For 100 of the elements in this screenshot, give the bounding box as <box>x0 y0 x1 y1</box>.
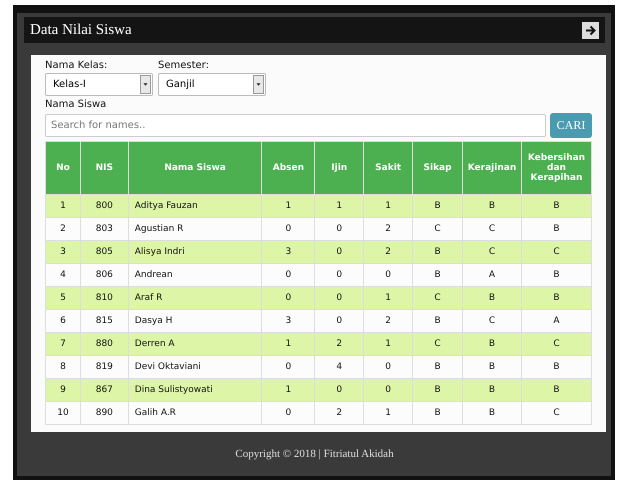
table-cell: 1 <box>262 378 315 402</box>
caret-icon <box>253 75 264 94</box>
table-cell: 2 <box>314 402 364 424</box>
table-cell: 10 <box>46 402 80 424</box>
table-cell: 819 <box>80 356 128 378</box>
table-cell: C <box>521 240 592 264</box>
table-cell: 2 <box>314 332 364 356</box>
table-cell: B <box>521 378 592 402</box>
table-cell: C <box>412 218 462 240</box>
footer-copyright: Copyright © 2018 | Fitriatul Akidah <box>235 448 394 460</box>
column-header: Ijin <box>314 142 364 194</box>
table-cell: 867 <box>80 378 128 402</box>
table-cell: Dina Sulistyowati <box>128 378 262 402</box>
table-cell: Alisya Indri <box>128 240 262 264</box>
table-cell: 2 <box>46 218 80 240</box>
table-cell: C <box>521 332 592 356</box>
table-cell: C <box>521 402 592 424</box>
table-cell: 0 <box>314 286 364 310</box>
column-header: Nama Siswa <box>128 142 262 194</box>
table-cell: Devi Oktaviani <box>128 356 262 378</box>
table-cell: B <box>462 402 522 424</box>
table-cell: Galih A.R <box>128 402 262 424</box>
table-cell: B <box>521 286 592 310</box>
table-cell: 6 <box>46 310 80 332</box>
filter-label: Semester: <box>158 60 210 71</box>
table-cell: B <box>521 264 592 286</box>
column-header: Kerajinan <box>462 142 522 194</box>
column-header: NIS <box>80 142 128 194</box>
table-cell: B <box>412 356 462 378</box>
table-cell: 806 <box>80 264 128 286</box>
table-cell: 0 <box>314 378 364 402</box>
table-cell: 4 <box>46 264 80 286</box>
table-cell: B <box>462 332 522 356</box>
table-cell: B <box>462 286 522 310</box>
table-cell: 890 <box>80 402 128 424</box>
table-cell: 803 <box>80 218 128 240</box>
table-cell: 3 <box>262 310 315 332</box>
search-field[interactable]: Search for names.. <box>45 114 546 137</box>
table-cell: 1 <box>314 194 364 218</box>
caret-icon <box>140 75 151 94</box>
column-header: Sikap <box>412 142 462 194</box>
table-cell: C <box>462 218 522 240</box>
table-cell: 0 <box>262 264 315 286</box>
table-cell: 2 <box>364 240 413 264</box>
table-cell: A <box>462 264 522 286</box>
table-cell: 0 <box>262 402 315 424</box>
table-cell: A <box>521 310 592 332</box>
filter-label: Nama Kelas: <box>45 60 108 71</box>
table-cell: 0 <box>262 218 315 240</box>
dropdown[interactable]: Ganjil <box>158 73 266 96</box>
table-cell: 1 <box>364 332 413 356</box>
table-cell: 805 <box>80 240 128 264</box>
table-cell: 0 <box>314 240 364 264</box>
table-cell: 8 <box>46 356 80 378</box>
table-cell: 880 <box>80 332 128 356</box>
table-cell: 0 <box>364 378 413 402</box>
table-cell: B <box>412 240 462 264</box>
table-cell: B <box>521 356 592 378</box>
table-cell: B <box>462 194 522 218</box>
table-cell: 0 <box>314 264 364 286</box>
table-cell: 9 <box>46 378 80 402</box>
table-cell: 815 <box>80 310 128 332</box>
table-cell: 3 <box>46 240 80 264</box>
table-cell: B <box>412 402 462 424</box>
table-cell: 0 <box>364 264 413 286</box>
table-cell: 1 <box>364 286 413 310</box>
column-header: Sakit <box>364 142 413 194</box>
table-cell: 1 <box>364 402 413 424</box>
table-cell: Andrean <box>128 264 262 286</box>
table-cell: B <box>412 378 462 402</box>
table-cell: B <box>521 218 592 240</box>
exit-button[interactable] <box>582 22 599 38</box>
table-cell: 0 <box>364 356 413 378</box>
table-cell: Aditya Fauzan <box>128 194 262 218</box>
table-cell: 0 <box>314 218 364 240</box>
table-cell: 800 <box>80 194 128 218</box>
table-cell: Dasya H <box>128 310 262 332</box>
table-cell: C <box>412 332 462 356</box>
table-cell: 1 <box>262 194 315 218</box>
dropdown[interactable]: Kelas-I <box>45 73 153 96</box>
table-cell: 1 <box>262 332 315 356</box>
table-cell: 0 <box>262 286 315 310</box>
table-cell: 1 <box>46 194 80 218</box>
arrow-right-icon <box>584 24 597 36</box>
search-label: Nama Siswa <box>45 99 108 110</box>
table-cell: 810 <box>80 286 128 310</box>
table-cell: B <box>462 378 522 402</box>
table-cell: B <box>462 356 522 378</box>
column-header: Kebersihan dan Kerapihan <box>521 142 592 194</box>
table-cell: Derren A <box>128 332 262 356</box>
table-cell: 3 <box>262 240 315 264</box>
table-cell: C <box>412 286 462 310</box>
table-cell: B <box>521 194 592 218</box>
table-cell: 1 <box>364 194 413 218</box>
table-cell: C <box>462 240 522 264</box>
table-cell: Araf R <box>128 286 262 310</box>
table-cell: 2 <box>364 218 413 240</box>
table-cell: Agustian R <box>128 218 262 240</box>
table-cell: 4 <box>314 356 364 378</box>
table-cell: B <box>412 310 462 332</box>
